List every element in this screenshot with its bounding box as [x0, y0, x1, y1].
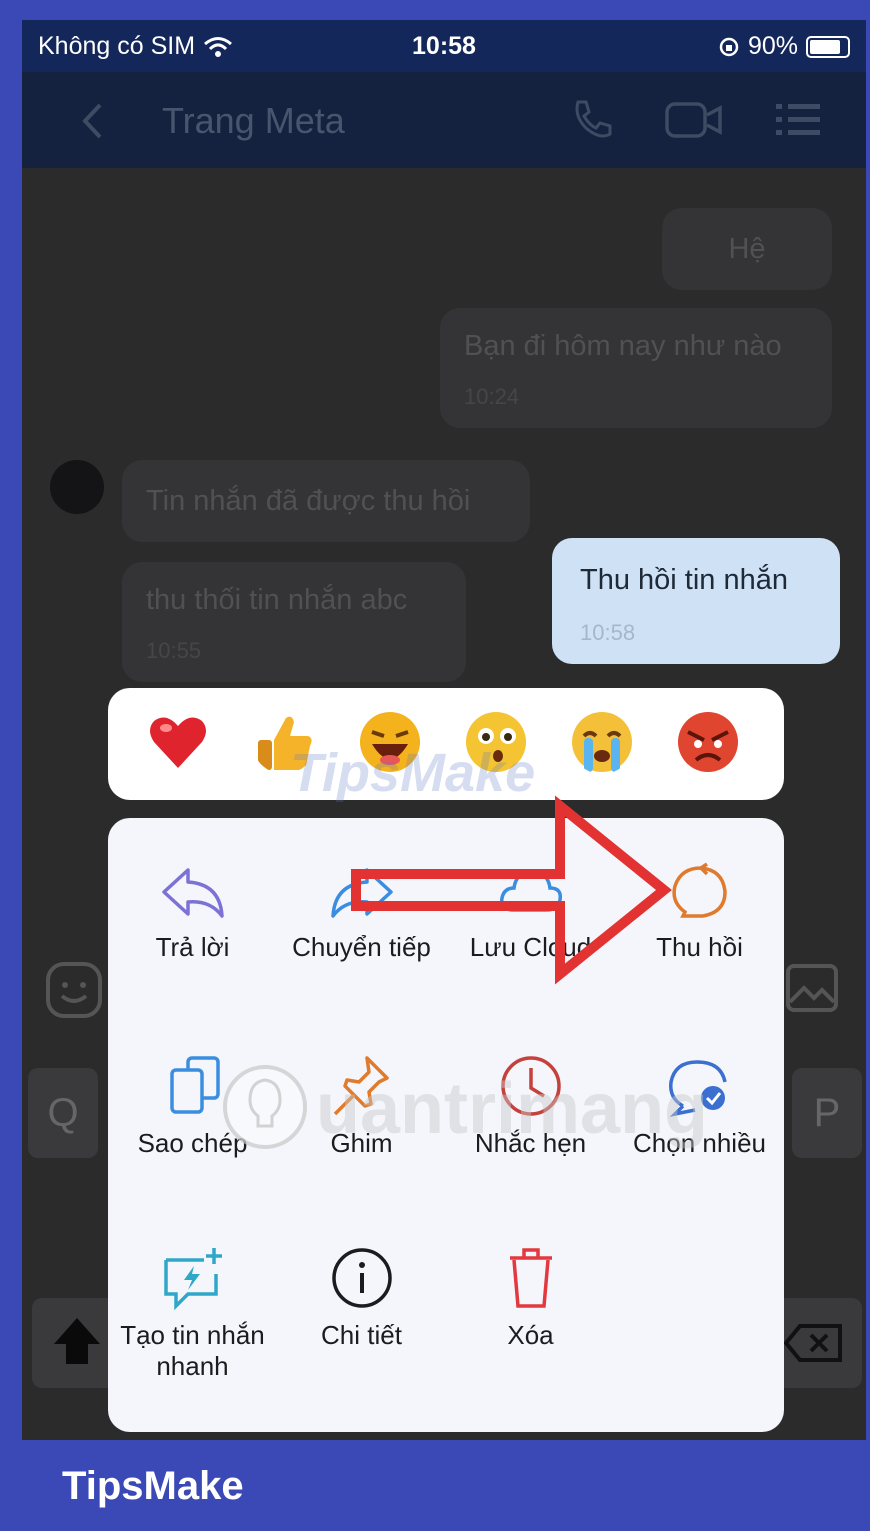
footer: TipsMake: [0, 1440, 870, 1531]
screenshot-frame: Không có SIM 10:58 90% Trang Meta Hệ Bạn…: [0, 0, 870, 1531]
footer-brand: TipsMake: [62, 1464, 244, 1508]
annotation-arrow: [351, 795, 672, 985]
